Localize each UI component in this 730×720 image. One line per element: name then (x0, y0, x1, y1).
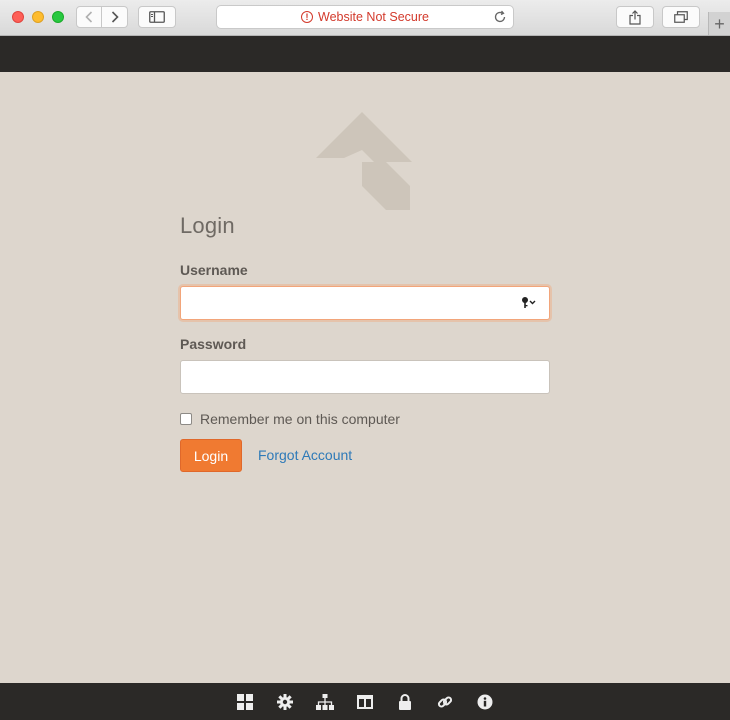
warning-icon: ! (301, 11, 314, 23)
remember-me-label[interactable]: Remember me on this computer (200, 411, 400, 427)
remember-me: Remember me on this computer (180, 411, 400, 427)
username-label: Username (180, 262, 248, 278)
forgot-account-link[interactable]: Forgot Account (258, 447, 352, 463)
footer-toolbar (0, 683, 730, 720)
browser-toolbar: ! Website Not Secure + (0, 0, 730, 36)
address-bar[interactable]: ! Website Not Secure (216, 5, 514, 29)
login-button[interactable]: Login (180, 439, 242, 472)
remember-me-checkbox[interactable] (180, 413, 192, 425)
site-header-bar (0, 36, 730, 72)
chevron-left-icon (85, 11, 93, 23)
password-field[interactable] (180, 360, 550, 394)
login-title: Login (180, 213, 235, 238)
brand-logo-icon (316, 112, 412, 210)
lock-icon[interactable] (396, 693, 414, 711)
columns-icon[interactable] (356, 693, 374, 711)
share-icon (629, 9, 641, 25)
reload-icon[interactable] (493, 10, 507, 24)
back-button[interactable] (76, 6, 102, 28)
window-close-button[interactable] (12, 11, 24, 23)
dashboard-icon[interactable] (236, 693, 254, 711)
sidebar-icon (149, 11, 165, 23)
window-zoom-button[interactable] (52, 11, 64, 23)
forward-button[interactable] (102, 6, 128, 28)
link-icon[interactable] (436, 693, 454, 711)
share-button[interactable] (616, 6, 654, 28)
window-minimize-button[interactable] (32, 11, 44, 23)
tabs-icon (674, 11, 688, 23)
username-field[interactable] (180, 286, 550, 320)
new-tab-button[interactable]: + (708, 12, 730, 35)
password-key-icon[interactable] (521, 296, 537, 310)
sitemap-icon[interactable] (316, 693, 334, 711)
info-icon[interactable] (476, 693, 494, 711)
sidebar-toggle-button[interactable] (138, 6, 176, 28)
tab-overview-button[interactable] (662, 6, 700, 28)
address-text: Website Not Secure (318, 10, 429, 24)
chevron-right-icon (111, 11, 119, 23)
password-label: Password (180, 336, 247, 352)
gear-icon[interactable] (276, 693, 294, 711)
